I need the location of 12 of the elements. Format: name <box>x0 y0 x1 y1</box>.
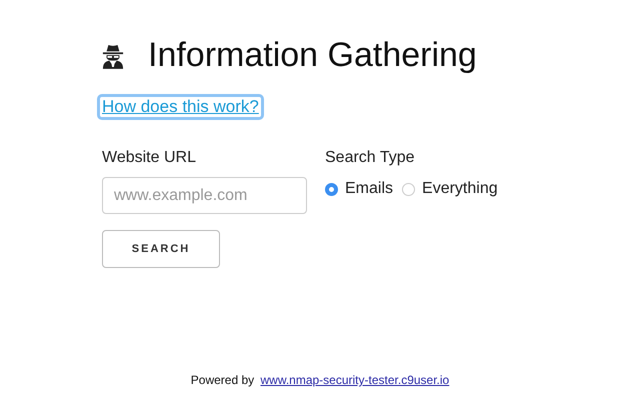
spy-icon <box>102 42 124 68</box>
field-label: Website URL <box>102 149 196 167</box>
url-input-field[interactable]: www.example.com <box>102 177 307 214</box>
footer-text: Powered by <box>190 373 254 387</box>
radio-button[interactable] <box>325 182 338 196</box>
field-label: Search Type <box>325 149 415 167</box>
radio-label[interactable]: Everything <box>422 180 498 198</box>
radio-button[interactable] <box>402 182 416 196</box>
search-button[interactable]: SEARCH <box>102 230 220 268</box>
page-title: Information Gathering <box>148 36 477 75</box>
radio-label[interactable]: Emails <box>345 180 394 198</box>
footer-link[interactable]: www.nmap-security-tester.c9user.io <box>260 373 450 387</box>
